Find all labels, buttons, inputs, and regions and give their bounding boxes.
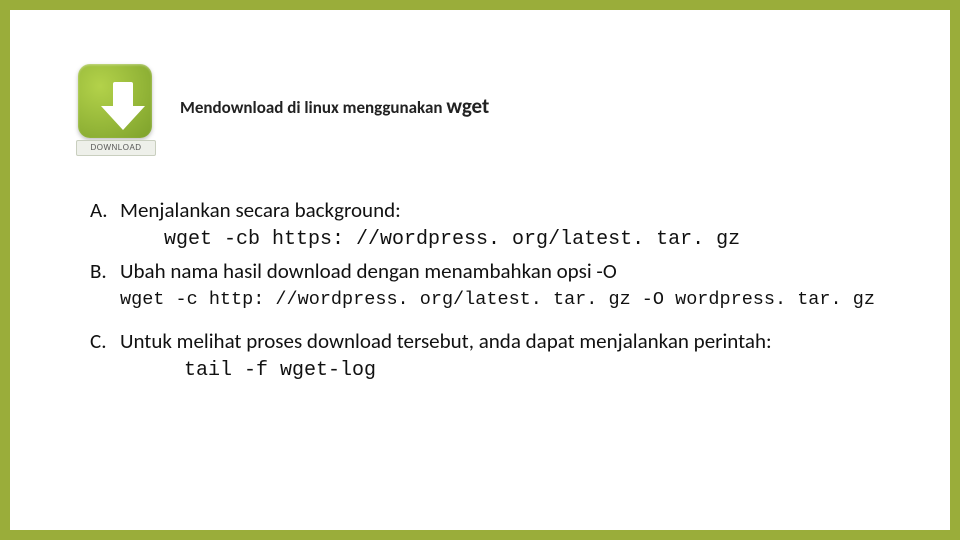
spacer [90, 317, 902, 327]
list-text: Menjalankan secara background: [120, 196, 902, 224]
slide-frame: DOWNLOAD Mendownload di linux menggunaka… [0, 0, 960, 540]
title-prefix: Mendownload di linux menggunakan [180, 97, 446, 118]
title-command: wget [446, 93, 489, 119]
arrow-head-icon [101, 106, 145, 130]
slide-title: Mendownload di linux menggunakan wget [180, 93, 489, 119]
list-item: B. Ubah nama hasil download dengan menam… [90, 257, 902, 285]
code-line: wget -cb https: //wordpress. org/latest.… [120, 226, 902, 253]
list-marker: C. [90, 327, 120, 355]
download-icon: DOWNLOAD [70, 56, 160, 156]
list-marker: B. [90, 257, 120, 285]
code-line: tail -f wget-log [120, 357, 902, 384]
list-marker: A. [90, 196, 120, 224]
slide-header: DOWNLOAD Mendownload di linux menggunaka… [70, 56, 489, 156]
slide-body: A. Menjalankan secara background: wget -… [90, 196, 902, 388]
download-icon-label: DOWNLOAD [76, 140, 156, 156]
code-line: wget -c http: //wordpress. org/latest. t… [120, 288, 902, 313]
list-item: A. Menjalankan secara background: [90, 196, 902, 224]
download-icon-box [78, 64, 152, 138]
list-item: C. Untuk melihat proses download tersebu… [90, 327, 902, 355]
list-text: Ubah nama hasil download dengan menambah… [120, 257, 902, 285]
list-text: Untuk melihat proses download tersebut, … [120, 327, 902, 355]
